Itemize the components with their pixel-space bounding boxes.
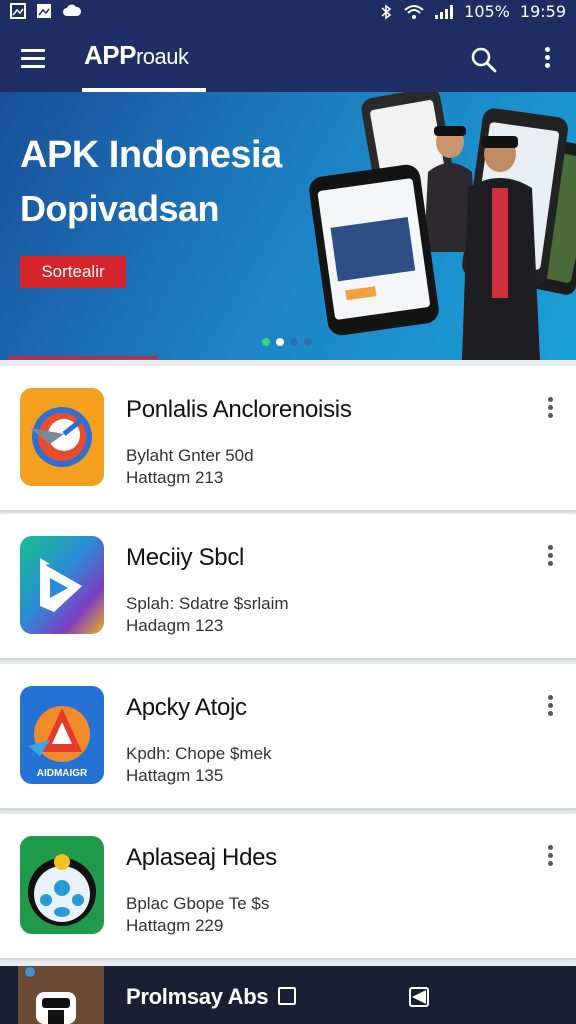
app-meta: Hattagm 213 (126, 468, 224, 487)
app-card[interactable]: Aplaseaj Hdes Bplac Gbope Te $s Hattagm … (0, 814, 576, 959)
hero-banner[interactable]: APK Indonesia Dopivadsan Sortealir (0, 92, 576, 360)
wifi-icon (404, 5, 424, 19)
brand-prefix: APP (84, 40, 136, 70)
app-title: Ponlalis Anclorenoisis (126, 396, 352, 423)
app-meta: Hattagm 229 (126, 916, 224, 935)
hero-progress-bar (8, 356, 158, 359)
app-icon-browser (20, 388, 104, 486)
app-subtitle: Kpdh: Chope $mek (126, 744, 272, 763)
carousel-dot[interactable] (262, 338, 270, 346)
app-subtitle: Bplac Gbope Te $s (126, 894, 270, 913)
app-more-icon[interactable] (540, 842, 560, 872)
hamburger-menu-icon[interactable] (18, 44, 48, 72)
carousel-dot[interactable] (276, 338, 284, 346)
bottom-thumbnail[interactable] (18, 966, 104, 1024)
app-more-icon[interactable] (540, 394, 560, 424)
app-title: Meciiy Sbcl (126, 544, 245, 571)
app-icon-robot (20, 836, 104, 934)
app-more-icon[interactable] (540, 692, 560, 722)
carousel-indicators[interactable] (262, 338, 312, 346)
app-logo[interactable]: APProauk (84, 40, 189, 71)
app-subtitle: Splah: Sdatre $srlaim (126, 594, 289, 613)
app-card[interactable]: Ponlalis Anclorenoisis Bylaht Gnter 50d … (0, 366, 576, 511)
carousel-dot[interactable] (304, 338, 312, 346)
search-icon[interactable] (470, 46, 498, 74)
app-subtitle: Bylaht Gnter 50d (126, 446, 254, 465)
app-title: Apcky Atojc (126, 694, 247, 721)
app-icon-play (20, 536, 104, 634)
app-card[interactable]: Meciiy Sbcl Splah: Sdatre $srlaim Hadagm… (0, 514, 576, 659)
clock: 19:59 (519, 2, 566, 21)
app-meta: Hadagm 123 (126, 616, 224, 635)
carousel-dot[interactable] (290, 338, 298, 346)
hero-title: APK Indonesia (20, 134, 282, 176)
image-notification-icon (10, 3, 26, 19)
more-options-icon[interactable] (536, 44, 558, 74)
app-title: Aplaseaj Hdes (126, 844, 277, 871)
app-meta: Hattagm 135 (126, 766, 224, 785)
signal-icon (435, 5, 454, 19)
gallery-notification-icon (37, 4, 51, 18)
battery-percentage: 105% (464, 2, 510, 21)
back-icon[interactable] (408, 986, 430, 1008)
hero-subtitle: Dopivadsan (20, 188, 220, 229)
cloud-notification-icon (63, 4, 82, 16)
bluetooth-icon (381, 4, 392, 20)
recent-apps-icon[interactable] (278, 987, 296, 1005)
hero-phones-illustration (309, 92, 576, 360)
brand-suffix: roauk (135, 44, 189, 69)
app-icon-triangle: AIDMAIGR (20, 686, 104, 784)
status-bar: 105% 19:59 (0, 0, 576, 24)
hero-cta-button[interactable]: Sortealir (20, 256, 126, 288)
app-icon-label: AIDMAIGR (37, 768, 88, 779)
app-bar: APProauk (0, 24, 576, 92)
bottom-title: Prolmsay Abs (126, 984, 269, 1009)
app-card[interactable]: AIDMAIGR Apcky Atojc Kpdh: Chope $mek Ha… (0, 664, 576, 809)
bottom-bar: Prolmsay Abs (0, 966, 576, 1024)
bottom-thumbnail-icon (18, 966, 104, 1024)
app-more-icon[interactable] (540, 542, 560, 572)
